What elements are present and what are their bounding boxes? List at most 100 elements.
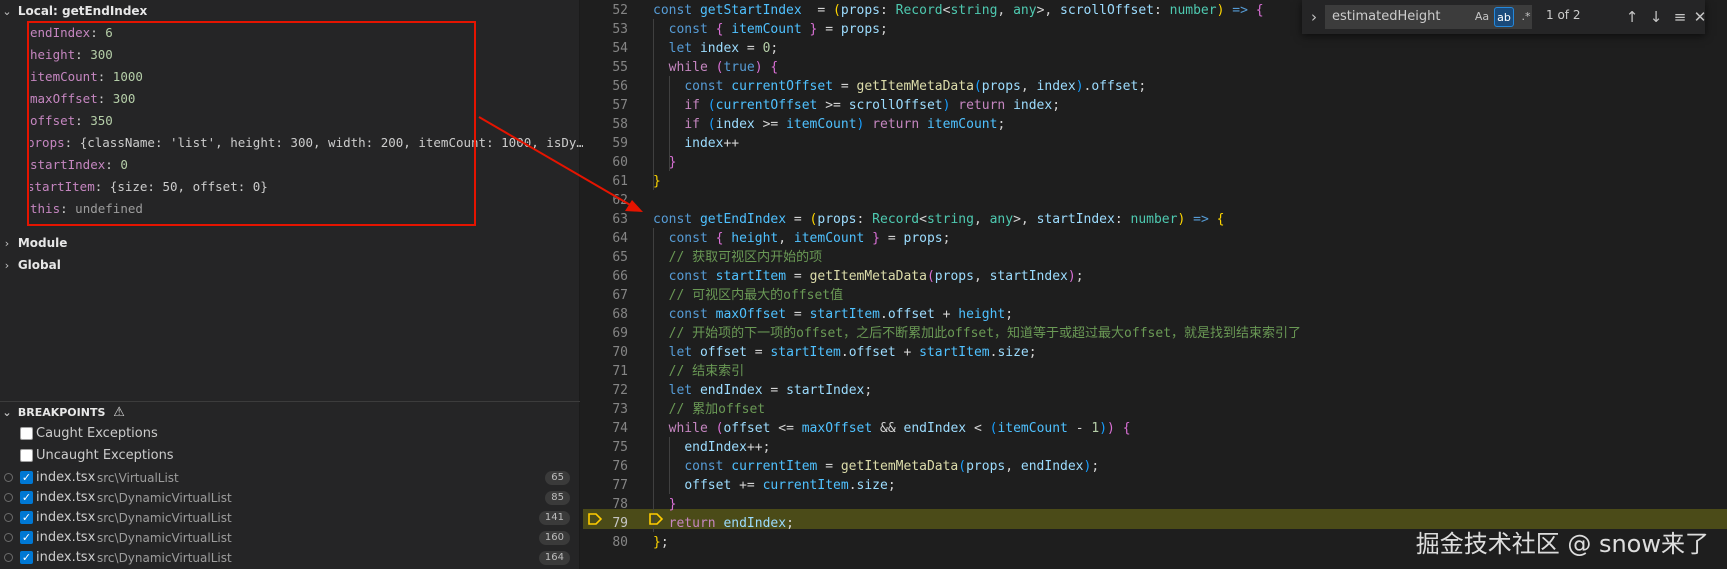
- line-number: 52: [612, 3, 628, 18]
- previous-match-arrow-up-icon[interactable]: ↑: [1622, 7, 1642, 27]
- line-number: 61: [612, 174, 628, 189]
- caught-exceptions-row[interactable]: Caught Exceptions: [0, 423, 580, 445]
- line-number: 72: [612, 383, 628, 398]
- code-text: if (index >= itemCount) return itemCount…: [684, 117, 1006, 132]
- uncaught-exceptions-label: Uncaught Exceptions: [36, 448, 174, 463]
- code-line: 65 // 获取可视区内开始的项: [583, 248, 1727, 267]
- code-editor[interactable]: 52 const getStartIndex = (props: Record<s…: [583, 0, 1727, 569]
- code-text: index++: [684, 136, 740, 151]
- find-match-count: 1 of 2: [1546, 8, 1581, 22]
- line-number: 63: [612, 212, 628, 227]
- breakpoint-dot-icon: [4, 513, 13, 522]
- breakpoint-checkbox[interactable]: ✓: [20, 471, 33, 484]
- line-number: 73: [612, 402, 628, 417]
- breakpoint-path: src\DynamicVirtualList: [97, 511, 232, 525]
- line-number: 76: [612, 459, 628, 474]
- code-text: const currentOffset = getItemMetaData(pr…: [684, 79, 1147, 94]
- code-line: 64 const { height, itemCount } = props;: [583, 229, 1727, 248]
- uncaught-exceptions-checkbox[interactable]: [20, 449, 33, 462]
- code-text: return endIndex;: [668, 516, 794, 531]
- breakpoint-item[interactable]: ✓ index.tsx src\DynamicVirtualList 160: [0, 527, 580, 549]
- find-in-selection-icon[interactable]: ≡: [1670, 7, 1690, 27]
- breakpoint-file: index.tsx: [36, 470, 96, 485]
- next-match-arrow-down-icon[interactable]: ↓: [1646, 7, 1666, 27]
- caught-exceptions-label: Caught Exceptions: [36, 426, 158, 441]
- breakpoint-checkbox[interactable]: ✓: [20, 511, 33, 524]
- inline-breakpoint-icon: [649, 513, 663, 525]
- indent-guide: [669, 437, 670, 494]
- breakpoint-item[interactable]: ✓ index.tsx src\VirtualList 65: [0, 467, 580, 489]
- breakpoint-checkbox[interactable]: ✓: [20, 531, 33, 544]
- breakpoint-line-badge: 65: [545, 471, 570, 485]
- code-line: 68 const maxOffset = startItem.offset + …: [583, 305, 1727, 324]
- code-text: while (offset <= maxOffset && endIndex <…: [668, 421, 1131, 436]
- code-line: 73 // 累加offset: [583, 400, 1727, 419]
- breakpoint-item[interactable]: ✓ index.tsx src\DynamicVirtualList 85: [0, 487, 580, 509]
- line-number: 53: [612, 22, 628, 37]
- breakpoint-file: index.tsx: [36, 550, 96, 565]
- breakpoint-file: index.tsx: [36, 490, 96, 505]
- code-text: // 开始项的下一项的offset，之后不断累加此offset，知道等于或超过最…: [668, 326, 1302, 341]
- line-number: 58: [612, 117, 628, 132]
- chevron-down-icon: ⌄: [2, 406, 12, 419]
- breakpoint-file: index.tsx: [36, 530, 96, 545]
- paused-breakpoint-icon: [588, 513, 602, 525]
- line-number: 59: [612, 136, 628, 151]
- code-line: 66 const startItem = getItemMetaData(pro…: [583, 267, 1727, 286]
- code-line: 63 const getEndIndex = (props: Record<str…: [583, 210, 1727, 229]
- scope-module-title: Module: [17, 236, 68, 250]
- scope-module-header[interactable]: › Module: [0, 232, 68, 254]
- code-text: if (currentOffset >= scrollOffset) retur…: [684, 98, 1061, 113]
- line-number: 80: [612, 535, 628, 550]
- line-number: 77: [612, 478, 628, 493]
- code-text: // 结束索引: [668, 364, 745, 379]
- uncaught-exceptions-row[interactable]: Uncaught Exceptions: [0, 445, 580, 467]
- breakpoint-path: src\VirtualList: [97, 471, 179, 485]
- code-line: 60 }: [583, 153, 1727, 172]
- caught-exceptions-checkbox[interactable]: [20, 427, 33, 440]
- line-number: 56: [612, 79, 628, 94]
- code-line: 62: [583, 191, 1727, 210]
- code-line: 57 if (currentOffset >= scrollOffset) re…: [583, 96, 1727, 115]
- scope-global-title: Global: [17, 258, 61, 272]
- code-text: const { itemCount } = props;: [668, 22, 888, 37]
- breakpoint-line-badge: 85: [545, 491, 570, 505]
- code-line: 74 while (offset <= maxOffset && endInde…: [583, 419, 1727, 438]
- code-text: let endIndex = startIndex;: [668, 383, 873, 398]
- close-icon[interactable]: ✕: [1690, 7, 1710, 27]
- breakpoint-checkbox[interactable]: ✓: [20, 491, 33, 504]
- scope-local-title: Local: getEndIndex: [17, 4, 148, 18]
- breakpoint-path: src\DynamicVirtualList: [97, 551, 232, 565]
- regex-button[interactable]: .*: [1516, 7, 1536, 27]
- debug-sidebar: ⌄ Local: getEndIndex endIndex: 6 height: …: [0, 0, 590, 569]
- breakpoint-line-badge: 164: [538, 551, 570, 565]
- annotation-highlight-box: [27, 21, 476, 226]
- indent-guide: [653, 19, 654, 190]
- toggle-replace-chevron-icon[interactable]: ›: [1304, 7, 1324, 27]
- match-case-button[interactable]: Aa: [1472, 7, 1492, 27]
- line-number: 68: [612, 307, 628, 322]
- code-line: 67 // 可视区内最大的offset值: [583, 286, 1727, 305]
- breakpoints-header[interactable]: ⌄ BREAKPOINTS ⚠: [0, 401, 580, 423]
- line-number: 60: [612, 155, 628, 170]
- match-whole-word-button[interactable]: ab: [1494, 7, 1514, 27]
- breakpoint-dot-icon: [4, 533, 13, 542]
- scope-global-header[interactable]: › Global: [0, 254, 61, 276]
- code-text: const startItem = getItemMetaData(props,…: [668, 269, 1084, 284]
- code-line: 77 offset += currentItem.size;: [583, 476, 1727, 495]
- code-text: const maxOffset = startItem.offset + hei…: [668, 307, 1014, 322]
- indent-guide: [653, 228, 654, 532]
- find-widget: › estimatedHeight Aa ab .* 1 of 2 ↑ ↓ ≡ …: [1302, 0, 1706, 34]
- chevron-right-icon: ›: [4, 237, 10, 250]
- code-line: 70 let offset = startItem.offset + start…: [583, 343, 1727, 362]
- code-text: // 累加offset: [668, 402, 766, 417]
- code-line: 72 let endIndex = startIndex;: [583, 381, 1727, 400]
- code-text: const currentItem = getItemMetaData(prop…: [684, 459, 1100, 474]
- scope-local-header[interactable]: ⌄ Local: getEndIndex: [0, 0, 147, 22]
- breakpoint-item[interactable]: ✓ index.tsx src\DynamicVirtualList 164: [0, 547, 580, 569]
- breakpoint-checkbox[interactable]: ✓: [20, 551, 33, 564]
- breakpoint-dot-icon: [4, 473, 13, 482]
- breakpoint-dot-icon: [4, 553, 13, 562]
- breakpoint-item[interactable]: ✓ index.tsx src\DynamicVirtualList 141: [0, 507, 580, 529]
- code-line: 61}: [583, 172, 1727, 191]
